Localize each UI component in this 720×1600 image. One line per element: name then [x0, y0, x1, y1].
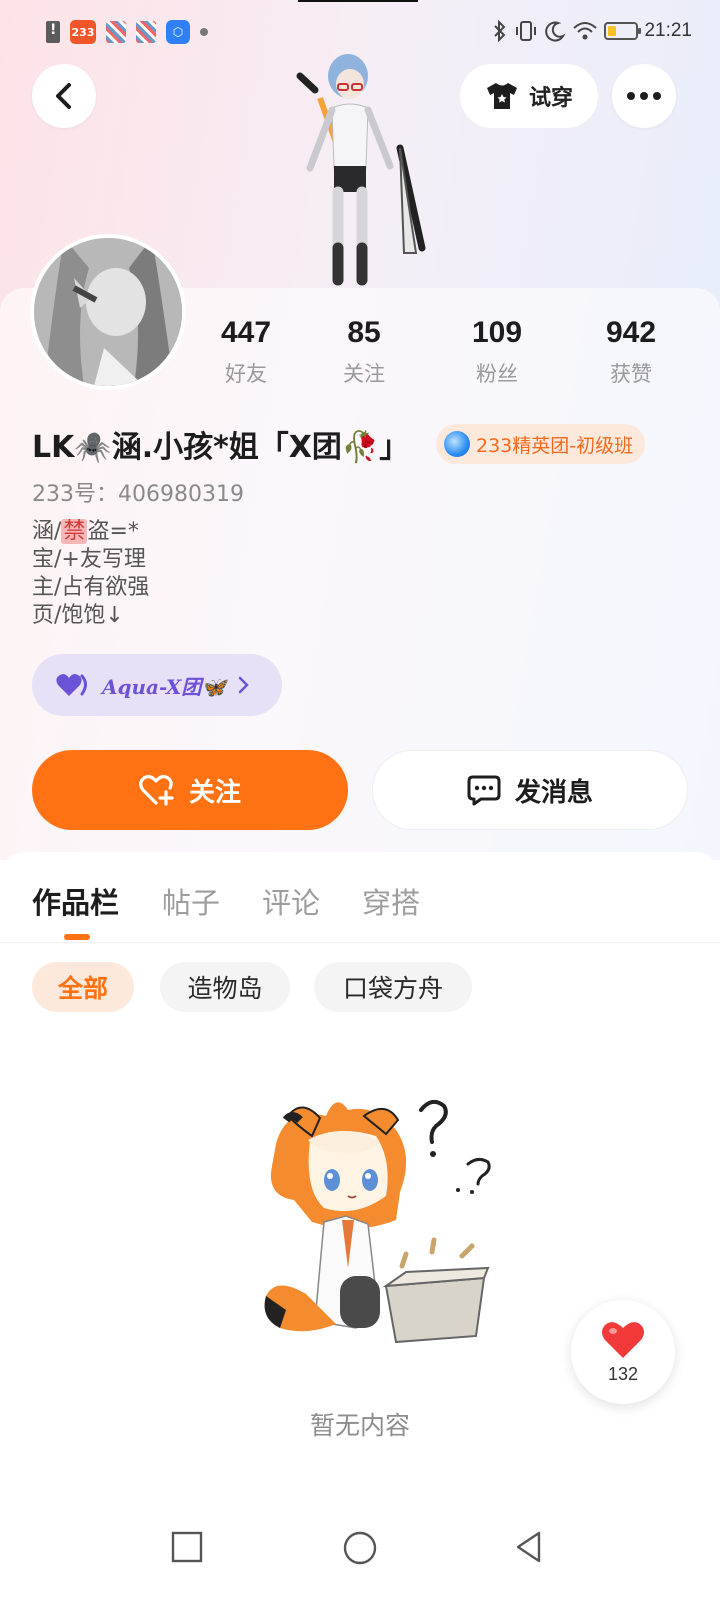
- tab-outfits[interactable]: 穿搭: [362, 880, 420, 922]
- more-dots-icon: [627, 92, 661, 100]
- try-on-label: 试穿: [528, 86, 573, 111]
- storage-warning-icon: [46, 21, 60, 43]
- tab-comments[interactable]: 评论: [262, 880, 320, 922]
- chat-bubble-icon: [467, 775, 501, 806]
- ban-emoji: 禁: [61, 519, 88, 544]
- status-bar: 233 ⬡ 21:21: [0, 14, 720, 50]
- rank-badge-label: 233精英团-初级班: [476, 434, 634, 457]
- profile-stats: 447 好友 85 关注 109 粉丝 942 获赞: [190, 316, 690, 396]
- more-notifications-dot-icon: [200, 28, 208, 36]
- more-options-button[interactable]: [612, 64, 676, 128]
- stat-label: 获赞: [610, 362, 652, 386]
- stat-fans[interactable]: 109 粉丝: [447, 316, 547, 388]
- chevron-right-icon: [239, 676, 250, 694]
- stat-count: 447: [220, 316, 272, 349]
- filter-creation-island[interactable]: 造物岛: [160, 962, 290, 1012]
- home-circle-icon[interactable]: [342, 1530, 378, 1566]
- bluetooth-icon: [494, 20, 506, 42]
- profile-bio: 涵/禁盗=* 宝/+友写理 主/占有欲强 页/饱饱↓: [32, 518, 149, 630]
- try-on-button[interactable]: 试穿: [460, 64, 598, 128]
- back-button[interactable]: [32, 64, 96, 128]
- bio-line: 涵/禁盗=*: [32, 519, 139, 544]
- send-message-label: 发消息: [514, 777, 593, 808]
- user-id: 233号：406980319: [32, 482, 244, 507]
- tab-works[interactable]: 作品栏: [32, 880, 119, 922]
- notification-app-icon: [136, 21, 156, 43]
- like-button[interactable]: 132: [571, 1300, 675, 1404]
- filter-all[interactable]: 全部: [32, 962, 134, 1012]
- bio-line: 宝/+友写理: [32, 547, 146, 572]
- empty-state-text: 暂无内容: [309, 1411, 410, 1440]
- stat-count: 942: [605, 316, 657, 349]
- active-tab-indicator: [64, 934, 90, 940]
- stat-count: 109: [471, 316, 523, 349]
- notification-app-icon: [106, 21, 126, 43]
- stat-label: 好友: [225, 362, 267, 386]
- wifi-icon: [573, 22, 598, 40]
- vibrate-icon: [516, 21, 537, 41]
- avatar-photo: [34, 238, 182, 386]
- gem-icon: [444, 431, 470, 457]
- do-not-disturb-moon-icon: [545, 21, 566, 42]
- status-time: 21:21: [644, 20, 692, 41]
- follow-button[interactable]: 关注: [32, 750, 348, 830]
- stat-count: 85: [347, 316, 381, 349]
- group-chip[interactable]: Aqua-X团🦋: [32, 654, 282, 716]
- battery-icon: [604, 22, 642, 40]
- heart-icon: [602, 1321, 644, 1358]
- send-message-button[interactable]: 发消息: [372, 750, 688, 830]
- bio-line: 页/饱饱↓: [32, 603, 124, 628]
- app-233-icon: 233: [70, 20, 96, 44]
- stat-label: 关注: [343, 362, 385, 386]
- security-shield-icon: ⬡: [166, 20, 190, 44]
- filter-pocket-ark[interactable]: 口袋方舟: [314, 962, 472, 1012]
- follow-label: 关注: [188, 777, 241, 808]
- back-triangle-icon[interactable]: [514, 1530, 544, 1564]
- recent-apps-square-icon[interactable]: [170, 1530, 204, 1564]
- tab-posts[interactable]: 帖子: [162, 880, 220, 922]
- group-name: Aqua-X团🦋: [102, 674, 227, 699]
- stat-friends[interactable]: 447 好友: [196, 316, 296, 388]
- empty-state-illustration: [264, 1099, 491, 1344]
- stat-label: 粉丝: [476, 362, 518, 386]
- profile-name: LK🕷️涵.小孩*姐「X团🥀」: [32, 430, 410, 465]
- tshirt-icon: [486, 83, 517, 109]
- heart-plus-icon: [139, 774, 174, 806]
- stat-following[interactable]: 85 关注: [314, 316, 414, 388]
- divider: [0, 942, 720, 943]
- rank-badge[interactable]: 233精英团-初级班: [436, 424, 646, 464]
- system-navigation-bar: [0, 1510, 720, 1590]
- top-edge-bar: [298, 0, 418, 2]
- like-count: 132: [607, 1363, 639, 1384]
- avatar[interactable]: [30, 234, 186, 390]
- chevron-left-icon: [56, 83, 71, 109]
- bio-line: 主/占有欲强: [32, 575, 150, 600]
- heart-group-icon: [56, 674, 87, 696]
- avatar-3d-figure[interactable]: [280, 48, 440, 288]
- stat-likes[interactable]: 942 获赞: [581, 316, 681, 388]
